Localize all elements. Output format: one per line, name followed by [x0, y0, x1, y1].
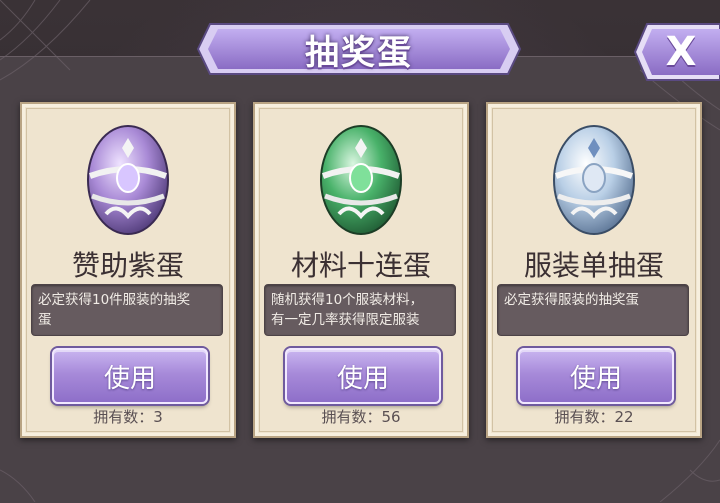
title-banner: 抽奖蛋 — [196, 20, 522, 78]
owned-count: 拥有数：22 — [554, 408, 634, 426]
use-button[interactable]: 使用 — [518, 348, 674, 404]
egg-card-outfit: 服装单抽蛋 必定获得服装的抽奖蛋 使用 拥有数：22 — [486, 102, 702, 438]
card-description: 随机获得10个服装材料， 有一定几率获得限定服装 — [264, 284, 456, 336]
owned-count: 拥有数：56 — [321, 408, 401, 426]
card-description: 必定获得服装的抽奖蛋 — [497, 284, 689, 336]
use-button[interactable]: 使用 — [52, 348, 208, 404]
desc-line: 蛋 — [38, 312, 52, 328]
egg-icon — [87, 125, 169, 235]
desc-line: 必定获得10件服装的抽奖 — [38, 292, 191, 308]
card-title: 赞助紫蛋 — [71, 249, 184, 282]
close-button[interactable]: X — [633, 22, 720, 82]
use-button[interactable]: 使用 — [285, 348, 441, 404]
owned-count: 拥有数：3 — [93, 408, 163, 426]
egg-card-sponsor: 赞助紫蛋 必定获得10件服装的抽奖 蛋 使用 拥有数：3 — [20, 102, 236, 438]
egg-card-material: 材料十连蛋 随机获得10个服装材料， 有一定几率获得限定服装 使用 拥有数：56 — [253, 102, 469, 438]
egg-icon — [553, 125, 635, 235]
card-description: 必定获得10件服装的抽奖 蛋 — [31, 284, 223, 336]
desc-line: 有一定几率获得限定服装 — [271, 312, 420, 328]
egg-icon — [320, 125, 402, 235]
page-title: 抽奖蛋 — [305, 32, 413, 73]
desc-line: 随机获得10个服装材料， — [271, 292, 424, 308]
desc-line: 必定获得服装的抽奖蛋 — [504, 292, 639, 308]
card-title: 服装单抽蛋 — [523, 249, 664, 282]
close-icon: X — [665, 29, 697, 75]
card-title: 材料十连蛋 — [290, 249, 431, 282]
